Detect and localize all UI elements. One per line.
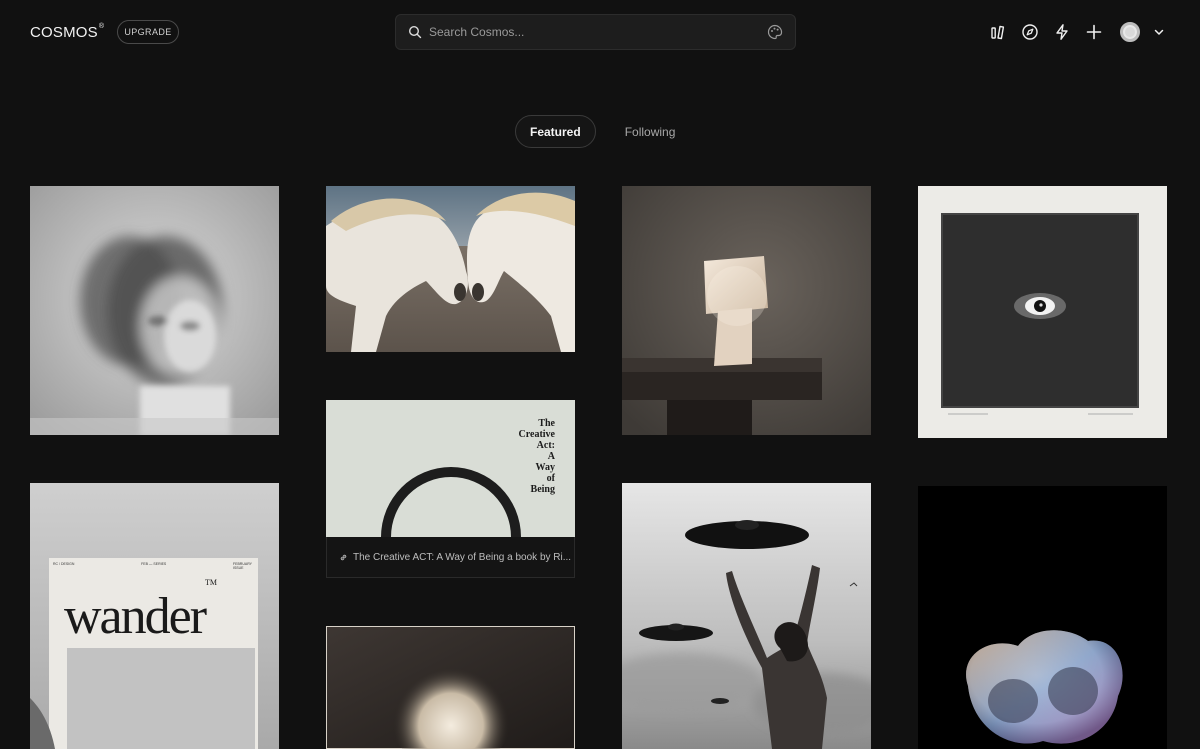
tab-featured[interactable]: Featured [515,115,596,148]
alabaster-lamp-image[interactable] [622,186,871,435]
creative-act-book-image[interactable]: The Creative Act: A Way of Being [326,400,575,537]
cosmos-logo[interactable]: COSMOS® [30,23,105,41]
book-title-line: Act: [536,440,555,451]
book-title: The Creative Act: A Way of Being [519,418,555,495]
palette-icon[interactable] [767,24,783,40]
poster-title-text: wander [64,588,207,645]
link-icon [340,554,347,560]
wander-poster-image[interactable]: RC / DESIGN FEB — SERIES FEBRUARY ISSUE … [30,483,279,749]
poster-title: wanderTM [64,578,217,645]
glowing-sphere-image[interactable] [326,626,575,749]
iridescent-sphere-image[interactable] [918,486,1167,749]
book-title-line: A [547,451,555,462]
book-title-line: Creative [518,429,555,440]
caption-text: The Creative ACT: A Way of Being a book … [353,551,572,563]
chevron-down-icon[interactable] [1152,25,1166,39]
avatar[interactable] [1120,22,1140,42]
search-icon [408,25,422,39]
top-bar: COSMOS® UPGRADE [0,0,1200,64]
library-icon[interactable] [986,20,1010,44]
upgrade-button[interactable]: UPGRADE [117,20,179,44]
poster-meta-right: FEBRUARY ISSUE [233,562,252,570]
poster-meta-mid: FEB — SERIES [141,562,167,566]
search-bar[interactable] [395,14,796,50]
tab-following[interactable]: Following [611,115,690,148]
eye-drawing-image[interactable] [918,186,1167,438]
book-title-line: Being [530,484,555,495]
poster-tm: TM [205,577,218,587]
white-horses-image[interactable] [326,186,575,352]
link-caption[interactable]: The Creative ACT: A Way of Being a book … [326,537,575,578]
header-actions [986,20,1166,44]
poster-meta: RC / DESIGN FEB — SERIES FEBRUARY ISSUE [53,562,257,570]
search-input[interactable] [429,25,767,39]
bolt-icon[interactable] [1050,20,1074,44]
logo-text: COSMOS [30,24,98,41]
compass-icon[interactable] [1018,20,1042,44]
ufo-photo-image[interactable] [622,483,871,749]
blurred-portrait-image[interactable] [30,186,279,435]
logo-registered-mark: ® [98,23,105,30]
book-title-line: The [538,418,555,429]
book-title-line: of [546,473,555,484]
feed-tabs: Featured Following [515,115,689,148]
plus-icon[interactable] [1082,20,1106,44]
poster-meta-left: RC / DESIGN [53,562,75,566]
book-title-line: Way [535,462,555,473]
